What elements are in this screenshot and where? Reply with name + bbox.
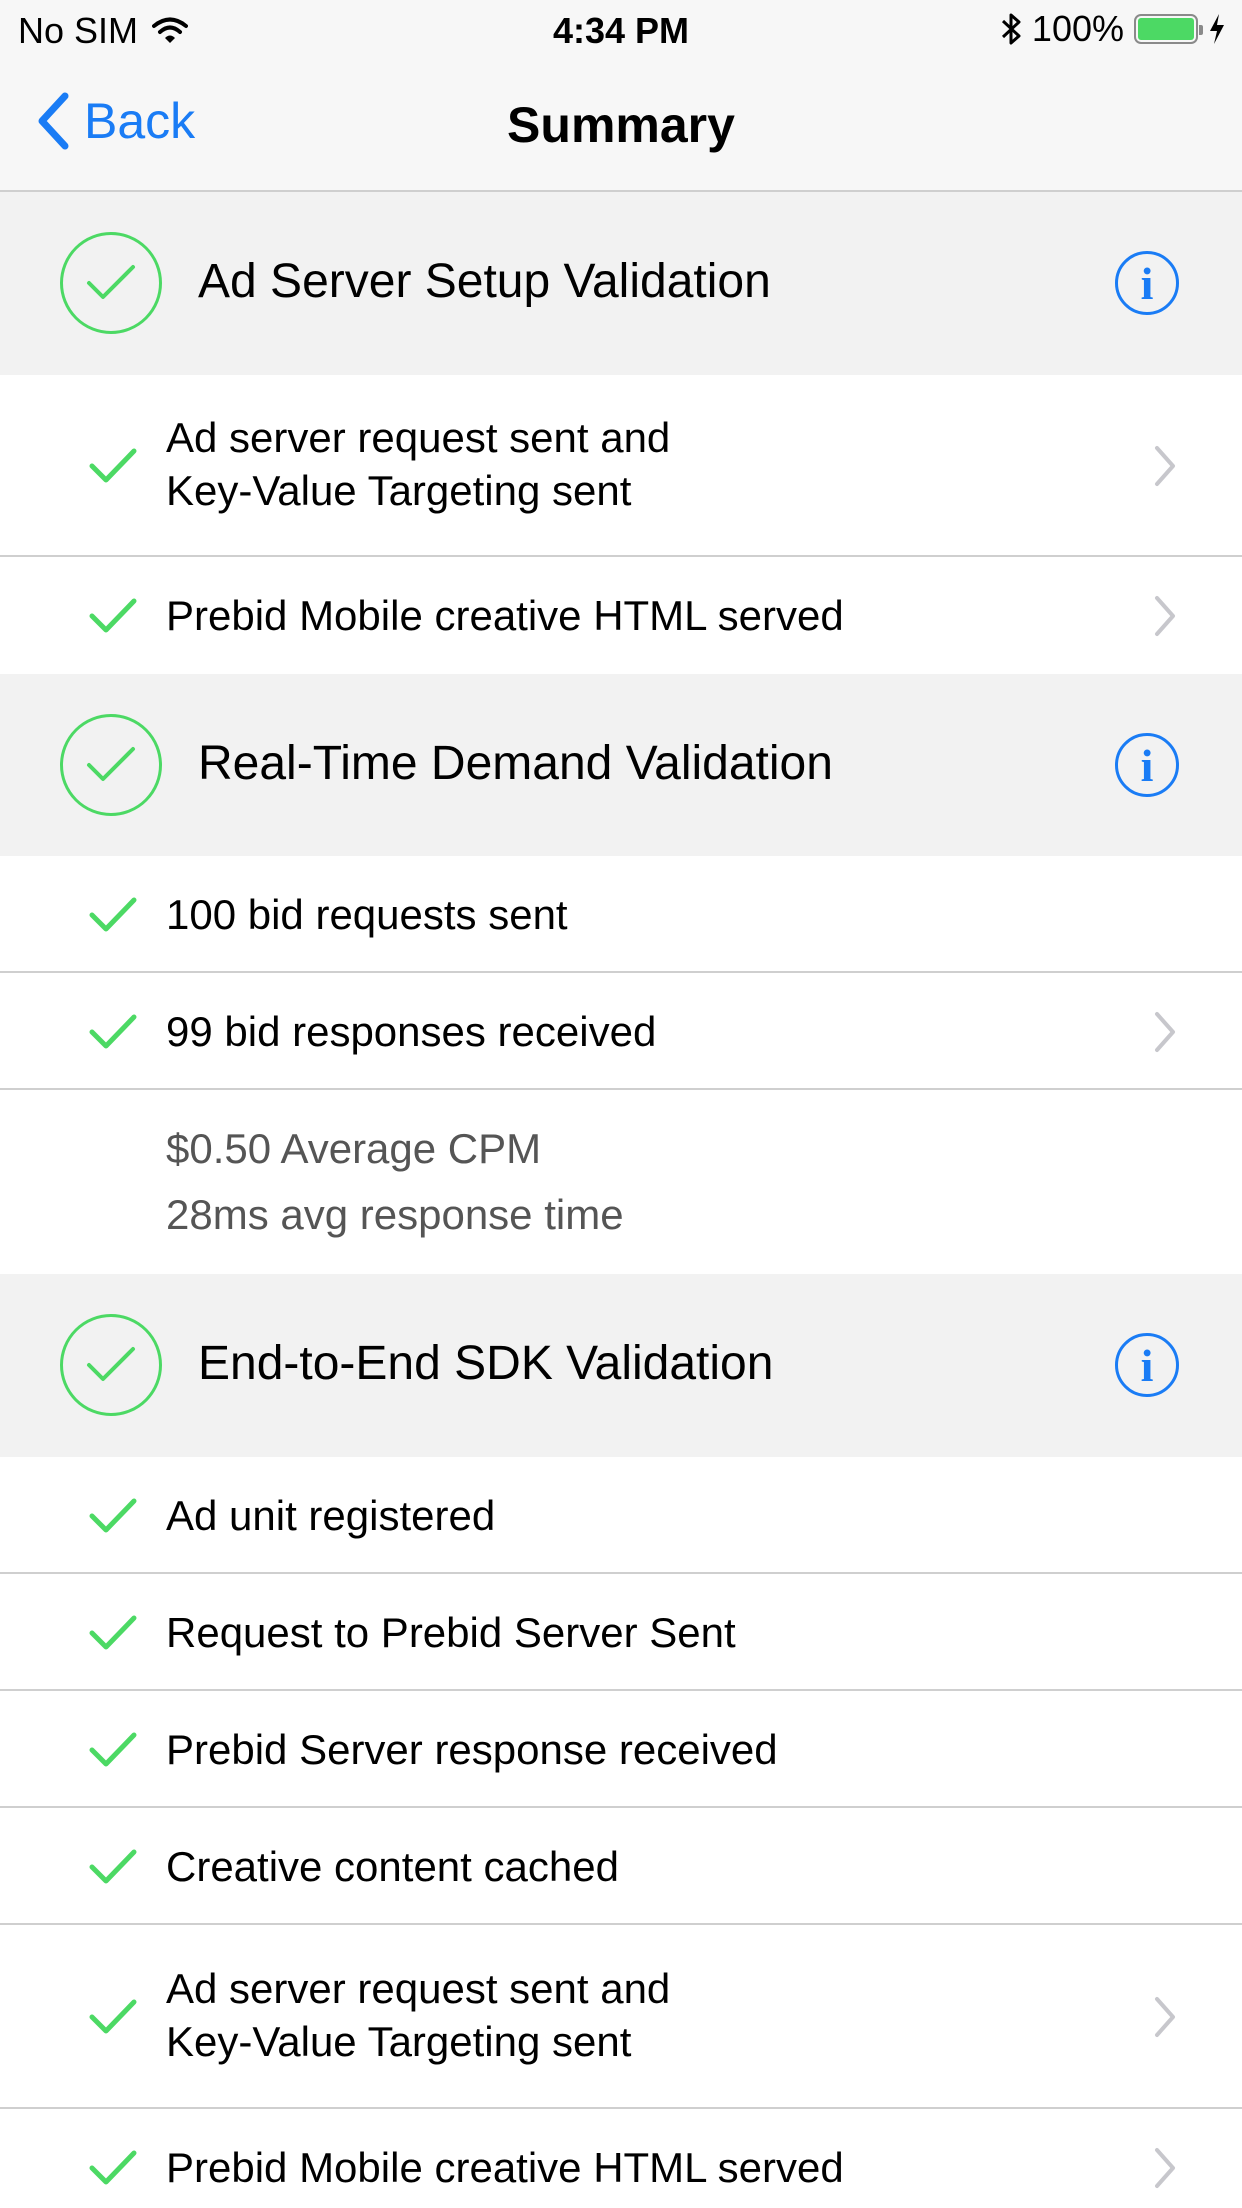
battery-percent: 100% <box>1031 8 1124 49</box>
battery-fill <box>1138 18 1194 40</box>
info-icon[interactable]: i <box>1115 251 1179 315</box>
row-label: Ad server request sent and Key-Value Tar… <box>166 414 671 514</box>
list-item[interactable]: Ad server request sent and Key-Value Tar… <box>0 1925 1242 2109</box>
section-header-real-time-demand: Real-Time Demand Validation i <box>0 674 1242 856</box>
list-item: 100 bid requests sent <box>0 856 1242 973</box>
charging-bolt-icon <box>1210 14 1224 44</box>
chevron-right-icon <box>1155 1012 1175 1052</box>
row-label: Creative content cached <box>166 1843 619 1890</box>
section-title: Ad Server Setup Validation <box>198 255 771 308</box>
status-bar: No SIM 4:34 PM 100% <box>0 0 1242 62</box>
row-label: Prebid Mobile creative HTML served <box>166 592 844 639</box>
section-check-circle-icon <box>60 232 162 334</box>
section-title: Real-Time Demand Validation <box>198 737 833 790</box>
battery-status: 100% <box>1000 8 1226 50</box>
row-label: Ad server request sent and Key-Value Tar… <box>166 1965 671 2065</box>
checkmark-icon <box>89 1732 137 1767</box>
row-label: Prebid Mobile creative HTML served <box>166 2144 844 2191</box>
list-item[interactable]: Prebid Mobile creative HTML served <box>0 2109 1242 2208</box>
row-label: 99 bid responses received <box>166 1008 657 1055</box>
battery-icon <box>1134 14 1203 44</box>
list-item[interactable]: Prebid Mobile creative HTML served <box>0 557 1242 674</box>
list-item[interactable]: 99 bid responses received <box>0 973 1242 1090</box>
navigation-bar: Back Summary <box>0 62 1242 192</box>
checkmark-icon <box>89 448 137 483</box>
bluetooth-icon <box>1001 13 1021 45</box>
stats-row: $0.50 Average CPM 28ms avg response time <box>0 1090 1242 1274</box>
avg-response-time: 28ms avg response time <box>166 1191 624 1238</box>
chevron-right-icon <box>1155 446 1175 486</box>
row-label: Ad unit registered <box>166 1492 496 1539</box>
list-item: Request to Prebid Server Sent <box>0 1574 1242 1691</box>
average-cpm: $0.50 Average CPM <box>166 1125 542 1172</box>
section-check-circle-icon <box>60 1314 162 1416</box>
section-header-end-to-end-sdk: End-to-End SDK Validation i <box>0 1274 1242 1457</box>
section-header-ad-server-setup: Ad Server Setup Validation i <box>0 192 1242 375</box>
list-item: Ad unit registered <box>0 1457 1242 1574</box>
section-title: End-to-End SDK Validation <box>198 1337 774 1390</box>
chevron-right-icon <box>1155 596 1175 636</box>
chevron-right-icon <box>1155 1997 1175 2037</box>
row-label: Prebid Server response received <box>166 1726 778 1773</box>
checkmark-icon <box>89 1999 137 2034</box>
section-check-circle-icon <box>60 714 162 816</box>
checkmark-icon <box>89 1498 137 1533</box>
checkmark-icon <box>89 598 137 633</box>
list-item: Creative content cached <box>0 1808 1242 1925</box>
checkmark-icon <box>89 2150 137 2185</box>
checkmark-icon <box>89 1615 137 1650</box>
list-item[interactable]: Ad server request sent and Key-Value Tar… <box>0 375 1242 557</box>
checkmark-icon <box>89 1849 137 1884</box>
chevron-right-icon <box>1155 2148 1175 2188</box>
row-label: Request to Prebid Server Sent <box>166 1609 736 1656</box>
info-icon[interactable]: i <box>1115 733 1179 797</box>
stats-block: $0.50 Average CPM 28ms avg response time <box>166 1116 624 1248</box>
checkmark-icon <box>89 1014 137 1049</box>
checkmark-icon <box>89 897 137 932</box>
row-label: 100 bid requests sent <box>166 891 568 938</box>
page-title: Summary <box>507 97 735 153</box>
info-icon[interactable]: i <box>1115 1333 1179 1397</box>
list-item: Prebid Server response received <box>0 1691 1242 1808</box>
